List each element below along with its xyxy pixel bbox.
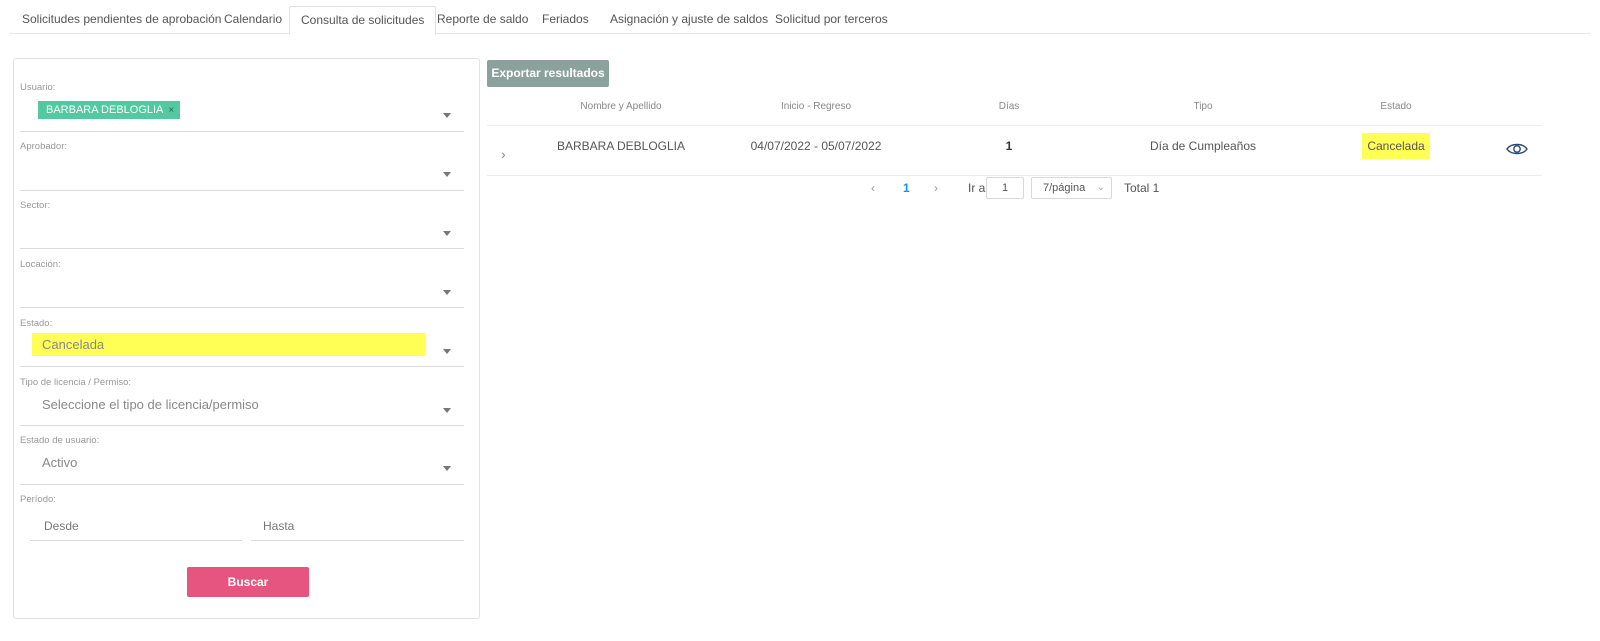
aprobador-label: Aprobador: (20, 141, 68, 152)
pagination-goto-input[interactable]: 1 (986, 177, 1024, 199)
table-row-divider (487, 175, 1542, 176)
tab-feriados[interactable]: Feriados (542, 6, 589, 34)
page-size-value: 7/página (1043, 182, 1086, 194)
hasta-date-input[interactable]: Hasta (263, 519, 294, 533)
estado-usuario-select[interactable] (20, 484, 464, 485)
sector-dropdown-caret-icon[interactable] (443, 231, 451, 236)
filter-panel: Usuario: BARBARA DEBLOGLIA × Aprobador: S… (13, 58, 480, 619)
tab-calendario[interactable]: Calendario (224, 6, 282, 34)
sector-label: Sector: (20, 200, 51, 211)
column-header-inicio-regreso[interactable]: Inicio - Regreso (781, 101, 851, 112)
cell-tipo: Día de Cumpleaños (1149, 139, 1257, 153)
export-results-button[interactable]: Exportar resultados (487, 60, 609, 87)
status-badge: Cancelada (1362, 133, 1430, 159)
tab-solicitudes-pendientes[interactable]: Solicitudes pendientes de aprobación (22, 6, 221, 34)
cell-fechas: 04/07/2022 - 05/07/2022 (750, 139, 882, 153)
usuario-label: Usuario: (20, 82, 56, 93)
tab-consulta-solicitudes[interactable]: Consulta de solicitudes (289, 6, 437, 35)
cell-nombre: BARBARA DEBLOGLIA (556, 139, 686, 153)
estado-label: Estado: (20, 318, 53, 329)
chevron-right-icon[interactable]: › (501, 146, 506, 162)
user-tag-label: BARBARA DEBLOGLIA (46, 104, 164, 116)
pagination-current-page[interactable]: 1 (903, 181, 910, 195)
tab-solicitud-terceros[interactable]: Solicitud por terceros (775, 6, 888, 34)
pagination-next-icon[interactable]: › (934, 181, 938, 195)
periodo-label: Período: (20, 494, 56, 505)
eye-icon[interactable] (1506, 141, 1528, 162)
hasta-underline (251, 540, 464, 541)
estado-select-value[interactable]: Cancelada (32, 333, 425, 356)
pagination-goto-label: Ir a (968, 181, 986, 195)
tab-reporte-saldo[interactable]: Reporte de saldo (437, 6, 528, 34)
estado-select[interactable] (20, 366, 464, 367)
locacion-label: Locación: (20, 259, 61, 270)
column-header-nombre[interactable]: Nombre y Apellido (580, 101, 661, 112)
estado-dropdown-caret-icon[interactable] (443, 349, 451, 354)
estado-usuario-label: Estado de usuario: (20, 435, 100, 446)
column-header-tipo[interactable]: Tipo (1193, 101, 1212, 112)
tab-asignacion-ajuste[interactable]: Asignación y ajuste de saldos (610, 6, 768, 34)
estado-usuario-dropdown-caret-icon[interactable] (443, 466, 451, 471)
locacion-select[interactable] (20, 307, 464, 308)
sector-select[interactable] (20, 248, 464, 249)
pagination-total: Total 1 (1124, 181, 1160, 195)
locacion-dropdown-caret-icon[interactable] (443, 290, 451, 295)
desde-date-input[interactable]: Desde (44, 519, 79, 533)
page-size-select[interactable]: 7/página ⌄ (1031, 177, 1112, 199)
tipo-licencia-select-placeholder[interactable]: Seleccione el tipo de licencia/permiso (42, 397, 259, 412)
buscar-button[interactable]: Buscar (187, 567, 309, 597)
usuario-select[interactable] (20, 131, 464, 132)
tab-bar: Solicitudes pendientes de aprobación Cal… (10, 6, 1590, 35)
desde-underline (30, 540, 242, 541)
user-tag: BARBARA DEBLOGLIA × (38, 101, 181, 119)
tipo-licencia-select[interactable] (20, 425, 464, 426)
remove-tag-icon[interactable]: × (168, 105, 174, 116)
tipo-licencia-label: Tipo de licencia / Permiso: (20, 377, 132, 388)
pagination-prev-icon[interactable]: ‹ (871, 181, 875, 195)
tipo-licencia-dropdown-caret-icon[interactable] (443, 408, 451, 413)
usuario-dropdown-caret-icon[interactable] (443, 113, 451, 118)
column-header-estado[interactable]: Estado (1380, 101, 1411, 112)
table-header-divider (487, 125, 1542, 126)
column-header-dias[interactable]: Días (999, 101, 1020, 112)
aprobador-dropdown-caret-icon[interactable] (443, 172, 451, 177)
cell-dias: 1 (1005, 139, 1013, 153)
chevron-down-icon: ⌄ (1096, 182, 1105, 193)
aprobador-select[interactable] (20, 190, 464, 191)
estado-usuario-select-value[interactable]: Activo (42, 455, 77, 470)
